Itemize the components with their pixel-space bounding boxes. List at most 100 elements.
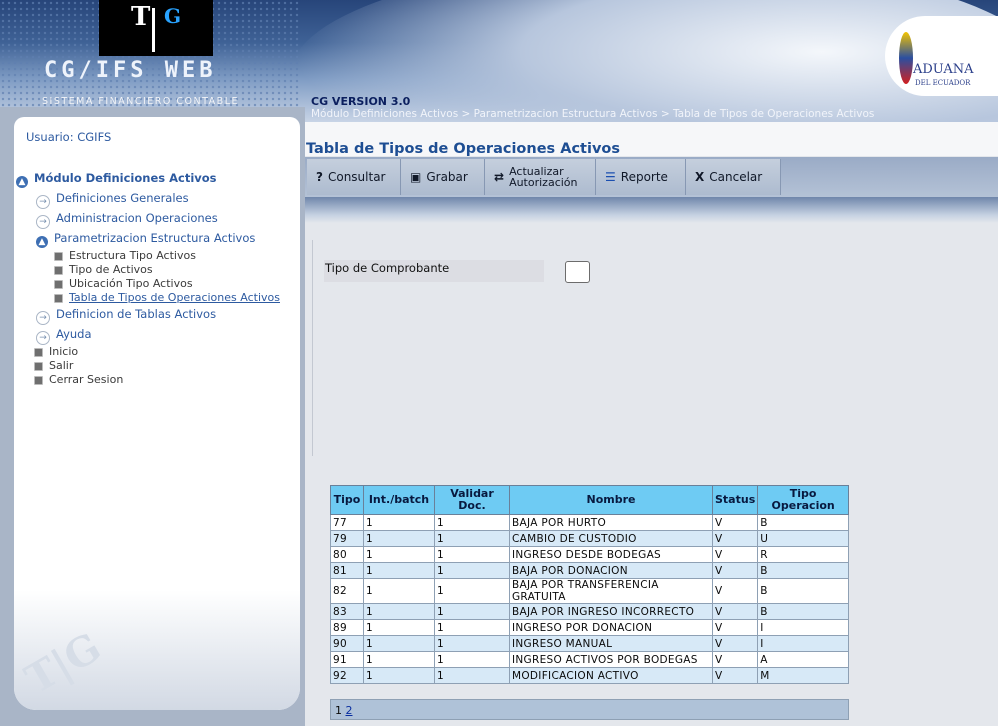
table-row[interactable]: 92 1 1 MODIFICACION ACTIVO V M	[330, 667, 849, 684]
sidebar-item-ayuda[interactable]: → Ayuda	[36, 327, 92, 345]
sidebar-item-label: Salir	[49, 359, 74, 372]
table-row[interactable]: 77 1 1 BAJA POR HURTO V B	[330, 514, 849, 531]
sidebar-item-tipo-activos[interactable]: Tipo de Activos	[54, 263, 153, 276]
cell-nombre: BAJA POR INGRESO INCORRECTO	[509, 603, 713, 620]
sidebar-item-label: Definiciones Generales	[56, 191, 189, 205]
cell-nombre: BAJA POR TRANSFERENCIA GRATUITA	[509, 578, 713, 604]
cancelar-button[interactable]: X Cancelar	[686, 159, 781, 195]
sidebar-item-ubicacion-tipo[interactable]: Ubicación Tipo Activos	[54, 277, 193, 290]
logo-bar	[152, 8, 155, 52]
table-row[interactable]: 81 1 1 BAJA POR DONACION V B	[330, 562, 849, 579]
cell-nombre: INGRESO POR DONACION	[509, 619, 713, 636]
sidebar-item-cerrar-sesion[interactable]: Cerrar Sesion	[34, 373, 123, 386]
col-header-tipo-operacion[interactable]: Tipo Operacion	[757, 485, 849, 515]
sidebar-item-administracion-operaciones[interactable]: → Administracion Operaciones	[36, 211, 218, 229]
cell-validar-doc: 1	[434, 635, 510, 652]
reporte-button[interactable]: ☰ Reporte	[596, 159, 686, 195]
table-row[interactable]: 91 1 1 INGRESO ACTIVOS POR BODEGAS V A	[330, 651, 849, 668]
consultar-button[interactable]: ? Consultar	[307, 159, 401, 195]
close-x-icon: X	[695, 170, 705, 184]
pager-page-next[interactable]: 2	[346, 704, 353, 717]
cell-validar-doc: 1	[434, 619, 510, 636]
tipo-comprobante-label: Tipo de Comprobante	[325, 261, 450, 275]
table-row[interactable]: 83 1 1 BAJA POR INGRESO INCORRECTO V B	[330, 603, 849, 620]
bullet-square-icon	[34, 348, 43, 357]
table-body: 77 1 1 BAJA POR HURTO V B 79 1 1 CAMBIO DE CUSTOD…	[330, 514, 849, 684]
sidebar-item-label: Definicion de Tablas Activos	[56, 307, 217, 321]
table-pager: 1 2	[330, 699, 849, 720]
table-header-row: Tipo Int./batch Validar Doc. Nombre Stat…	[330, 485, 849, 515]
sidebar-item-label: Ayuda	[56, 327, 92, 341]
arrow-right-icon: →	[36, 331, 50, 345]
cell-tipo-operacion: I	[757, 619, 849, 636]
cell-nombre: BAJA POR DONACION	[509, 562, 713, 579]
collapse-arrow-icon: ▲	[16, 176, 28, 188]
table-row[interactable]: 89 1 1 INGRESO POR DONACION V I	[330, 619, 849, 636]
sidebar-item-parametrizacion-estructura[interactable]: ▲ Parametrizacion Estructura Activos	[36, 231, 255, 248]
arrow-right-icon: →	[36, 311, 50, 325]
actualizar-autorizacion-button[interactable]: ⇄ Actualizar Autorización	[485, 159, 596, 195]
cell-nombre: MODIFICACION ACTIVO	[509, 667, 713, 684]
cell-int-batch: 1	[363, 667, 435, 684]
save-disk-icon: ▣	[410, 170, 422, 184]
breadcrumb: Módulo Definiciones Activos > Parametriz…	[311, 108, 875, 120]
cell-int-batch: 1	[363, 619, 435, 636]
cell-nombre: CAMBIO DE CUSTODIO	[509, 530, 713, 547]
logo-letter-g: G	[164, 4, 182, 28]
col-header-int-batch[interactable]: Int./batch	[363, 485, 435, 515]
col-header-status[interactable]: Status	[711, 485, 759, 515]
table-row[interactable]: 79 1 1 CAMBIO DE CUSTODIO V U	[330, 530, 849, 547]
cell-validar-doc: 1	[434, 562, 510, 579]
cell-status: V	[711, 530, 759, 547]
cell-validar-doc: 1	[434, 530, 510, 547]
cell-validar-doc: 1	[434, 514, 510, 531]
cell-int-batch: 1	[363, 651, 435, 668]
cell-nombre: INGRESO MANUAL	[509, 635, 713, 652]
cell-nombre: INGRESO DESDE BODEGAS	[509, 546, 713, 563]
grabar-button[interactable]: ▣ Grabar	[401, 159, 485, 195]
tipo-comprobante-field[interactable]	[565, 261, 590, 283]
cell-tipo: 81	[330, 562, 364, 579]
cell-tipo: 80	[330, 546, 364, 563]
sidebar-item-definiciones-generales[interactable]: → Definiciones Generales	[36, 191, 189, 209]
sidebar: Usuario: CGIFS ▲ Módulo Definiciones Acti…	[0, 107, 305, 726]
sidebar-module-title[interactable]: ▲ Módulo Definiciones Activos	[16, 171, 217, 188]
cell-tipo-operacion: I	[757, 635, 849, 652]
cell-validar-doc: 1	[434, 651, 510, 668]
cell-tipo-operacion: A	[757, 651, 849, 668]
aduana-logo: ADUANA DEL ECUADOR	[885, 16, 998, 96]
pager-page-current[interactable]: 1	[335, 704, 342, 717]
cell-status: V	[711, 651, 759, 668]
sidebar-item-definicion-tablas[interactable]: → Definicion de Tablas Activos	[36, 307, 216, 325]
cell-validar-doc: 1	[434, 578, 510, 604]
sidebar-item-estructura-tipo[interactable]: Estructura Tipo Activos	[54, 249, 196, 262]
table-row[interactable]: 80 1 1 INGRESO DESDE BODEGAS V R	[330, 546, 849, 563]
cell-int-batch: 1	[363, 514, 435, 531]
report-document-icon: ☰	[605, 170, 616, 184]
sidebar-item-salir[interactable]: Salir	[34, 359, 73, 372]
bullet-square-icon	[54, 280, 63, 289]
col-header-tipo[interactable]: Tipo	[330, 485, 364, 515]
cell-validar-doc: 1	[434, 603, 510, 620]
sidebar-item-label: Inicio	[49, 345, 79, 358]
sidebar-item-inicio[interactable]: Inicio	[34, 345, 78, 358]
cell-int-batch: 1	[363, 562, 435, 579]
help-circle-icon: ?	[316, 170, 323, 184]
sidebar-item-tabla-tipos-operaciones[interactable]: Tabla de Tipos de Operaciones Activos	[54, 291, 280, 304]
sidebar-item-label: Ubicación Tipo Activos	[69, 277, 193, 290]
refresh-arrow-icon: ⇄	[494, 170, 505, 184]
cell-status: V	[711, 619, 759, 636]
cell-status: V	[711, 667, 759, 684]
toolbar-strip	[305, 197, 998, 223]
cell-tipo-operacion: B	[757, 578, 849, 604]
sidebar-panel: Usuario: CGIFS ▲ Módulo Definiciones Acti…	[14, 117, 300, 710]
table-row[interactable]: 90 1 1 INGRESO MANUAL V I	[330, 635, 849, 652]
sidebar-module-label: Módulo Definiciones Activos	[34, 171, 217, 185]
operations-table: Tipo Int./batch Validar Doc. Nombre Stat…	[330, 485, 849, 684]
col-header-validar-doc[interactable]: Validar Doc.	[434, 485, 510, 515]
col-header-nombre[interactable]: Nombre	[509, 485, 713, 515]
cell-tipo: 83	[330, 603, 364, 620]
cell-tipo: 79	[330, 530, 364, 547]
table-row[interactable]: 82 1 1 BAJA POR TRANSFERENCIA GRATUITA V B	[330, 578, 849, 604]
bullet-square-icon	[54, 266, 63, 275]
